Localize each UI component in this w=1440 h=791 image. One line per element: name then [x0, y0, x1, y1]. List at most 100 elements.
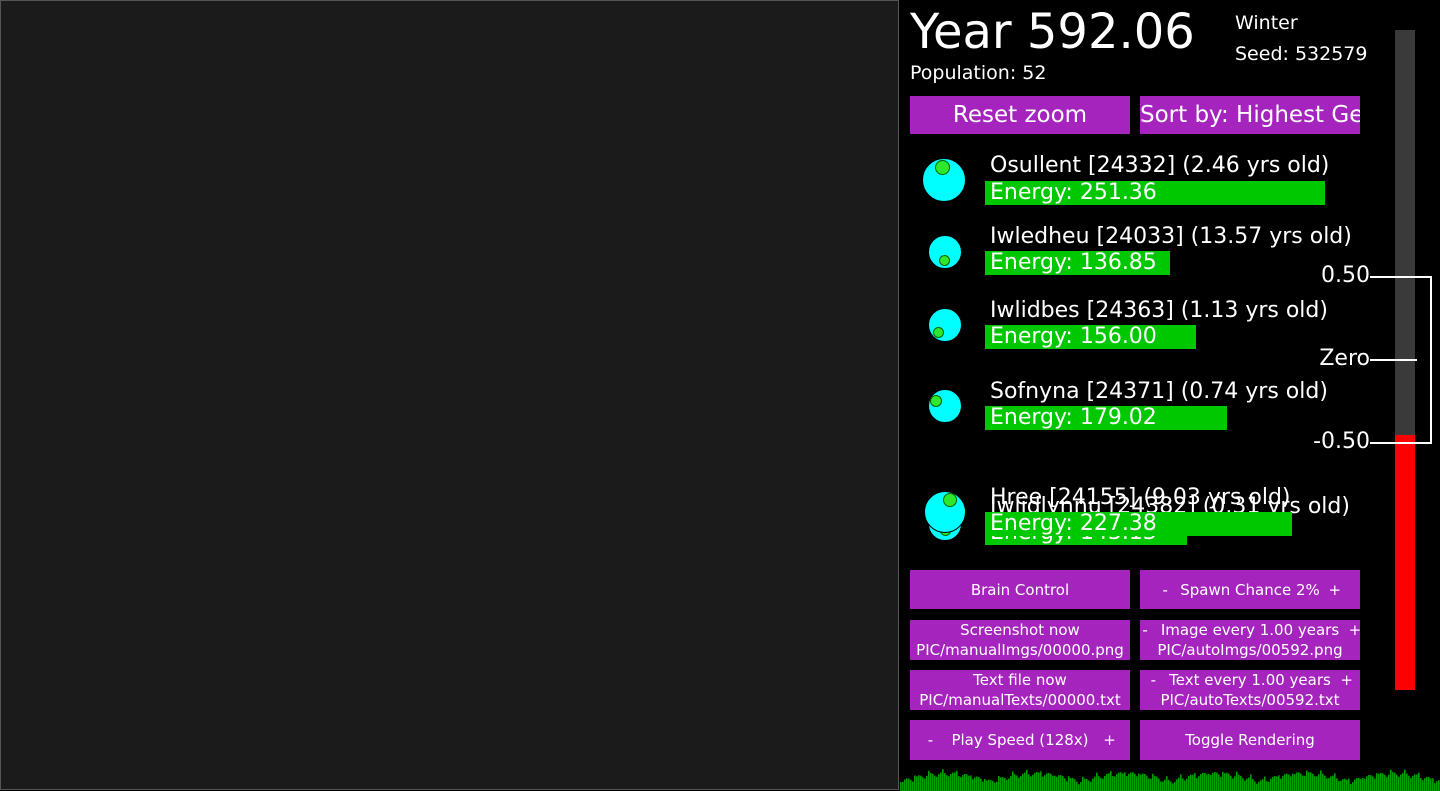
population-graph-bar: [916, 776, 918, 791]
population-graph-bar: [1072, 777, 1074, 791]
population-graph-bar: [1092, 778, 1094, 791]
play-speed-control: - Play Speed (128x) +: [910, 720, 1130, 760]
population-graph-bar: [1316, 776, 1318, 791]
text-interval-increase-button[interactable]: +: [1336, 670, 1358, 690]
reset-zoom-button[interactable]: Reset zoom: [910, 96, 1130, 134]
population-graph-bar: [1368, 775, 1370, 791]
population-graph-bar: [986, 780, 988, 791]
text-auto-path: PIC/autoTexts/00592.txt: [1160, 691, 1340, 709]
scale-top-tick: [1370, 276, 1400, 278]
population-graph-bar: [1362, 777, 1364, 791]
population-graph-bar: [1146, 775, 1148, 791]
population-graph-bar: [1096, 772, 1098, 791]
creature-entry[interactable]: Hree [24155] (9.03 yrs old) Energy: 227.…: [900, 483, 1380, 543]
population-graph-bar: [1046, 773, 1048, 791]
image-interval-increase-button[interactable]: +: [1344, 620, 1360, 640]
population-graph-bar: [900, 782, 902, 791]
play-speed-decrease-button[interactable]: -: [919, 731, 941, 749]
creature-mouth-icon: [933, 327, 944, 338]
population-graph-bar: [1250, 774, 1252, 791]
population-graph-bar: [1392, 772, 1394, 791]
population-graph-bar: [1202, 772, 1204, 791]
population-graph-bar: [1148, 778, 1150, 791]
population-graph-bar: [1370, 775, 1372, 791]
population-graph-bar: [1058, 775, 1060, 791]
play-speed-increase-button[interactable]: +: [1099, 731, 1121, 749]
population-graph-bar: [1256, 783, 1258, 791]
population-graph-bar: [1126, 776, 1128, 791]
creature-mouth-icon: [930, 395, 942, 407]
info-panel: Year 592.06 Winter Seed: 532579 Populati…: [900, 0, 1440, 791]
population-graph-bar: [922, 777, 924, 791]
population-graph-bar: [1290, 776, 1292, 791]
population-graph-bar: [1226, 772, 1228, 791]
population-graph-bar: [1270, 778, 1272, 791]
population-graph-bar: [1414, 774, 1416, 791]
brain-control-button[interactable]: Brain Control: [910, 570, 1130, 609]
year-title: Year 592.06: [910, 4, 1195, 60]
population-graph-bar: [1404, 769, 1406, 791]
image-interval-control: - Image every 1.00 years + PIC/autoImgs/…: [1140, 620, 1360, 660]
population-graph-bar: [1030, 776, 1032, 791]
population-graph-bar: [1244, 780, 1246, 791]
image-interval-decrease-button[interactable]: -: [1140, 620, 1156, 640]
population-graph-bar: [1120, 772, 1122, 791]
population-graph-bar: [1326, 778, 1328, 791]
population-graph-bar: [1048, 772, 1050, 791]
population-graph-bar: [1106, 773, 1108, 791]
population-graph-bar: [1322, 773, 1324, 791]
text-interval-decrease-button[interactable]: -: [1142, 670, 1164, 690]
population-graph-bar: [1174, 781, 1176, 791]
population-graph-bar: [1252, 778, 1254, 791]
population-graph-bar: [1152, 773, 1154, 791]
population-graph-bar: [930, 773, 932, 791]
population-graph-bar: [1338, 781, 1340, 791]
population-graph-bar: [1312, 773, 1314, 791]
population-graph-bar: [1318, 774, 1320, 791]
creature-entry[interactable]: Osullent [24332] (2.46 yrs old) Energy: …: [900, 150, 1380, 210]
toggle-rendering-button[interactable]: Toggle Rendering: [1140, 720, 1360, 760]
sort-by-button[interactable]: Sort by: Highest Gen: [1140, 96, 1360, 134]
population-graph-bar: [1274, 776, 1276, 791]
population-graph-bar: [984, 779, 986, 791]
spawn-chance-increase-button[interactable]: +: [1324, 581, 1346, 599]
creature-energy: Energy: 251.36: [990, 180, 1157, 205]
population-graph-bar: [920, 775, 922, 791]
population-graph-bar: [996, 781, 998, 791]
population-graph-bar: [1310, 772, 1312, 791]
population-graph-bar: [1138, 773, 1140, 791]
season-label: Winter: [1235, 12, 1298, 34]
population-graph-bar: [1224, 773, 1226, 791]
population-graph-bar: [982, 781, 984, 791]
creature-entry[interactable]: Sofnyna [24371] (0.74 yrs old) Energy: 1…: [900, 376, 1380, 436]
population-graph-bar: [1076, 781, 1078, 791]
screenshot-now-button[interactable]: Screenshot now PIC/manualImgs/00000.png: [910, 620, 1130, 660]
population-graph-bar: [1084, 778, 1086, 791]
population-graph-bar: [950, 773, 952, 791]
population-graph-bar: [1424, 778, 1426, 791]
population-graph-bar: [1292, 773, 1294, 791]
population-graph-bar: [1208, 773, 1210, 791]
population-graph-bar: [1410, 777, 1412, 791]
population-graph-bar: [1204, 772, 1206, 791]
population-graph-bar: [1264, 776, 1266, 791]
population-graph-bar: [1090, 781, 1092, 791]
population-graph-bar: [1158, 778, 1160, 791]
population-graph-bar: [1320, 770, 1322, 791]
population-graph-bar: [1416, 774, 1418, 791]
population-graph-bar: [912, 781, 914, 791]
population-graph-bar: [1282, 776, 1284, 791]
scale-bottom-tick: [1370, 442, 1400, 444]
creature-entry[interactable]: Iwlidbes [24363] (1.13 yrs old) Energy: …: [900, 295, 1380, 355]
population-graph-bar: [1352, 782, 1354, 791]
population-graph-bar: [1218, 774, 1220, 791]
population-graph-bar: [1432, 778, 1434, 791]
text-file-now-button[interactable]: Text file now PIC/manualTexts/00000.txt: [910, 670, 1130, 710]
population-graph-bar: [914, 775, 916, 791]
spawn-chance-decrease-button[interactable]: -: [1154, 581, 1176, 599]
spawn-chance-label: Spawn Chance 2%: [1180, 580, 1320, 599]
population-graph-bar: [952, 772, 954, 791]
population-graph-bar: [1356, 778, 1358, 791]
world-view[interactable]: [0, 0, 899, 790]
population-graph-bar: [1242, 778, 1244, 791]
